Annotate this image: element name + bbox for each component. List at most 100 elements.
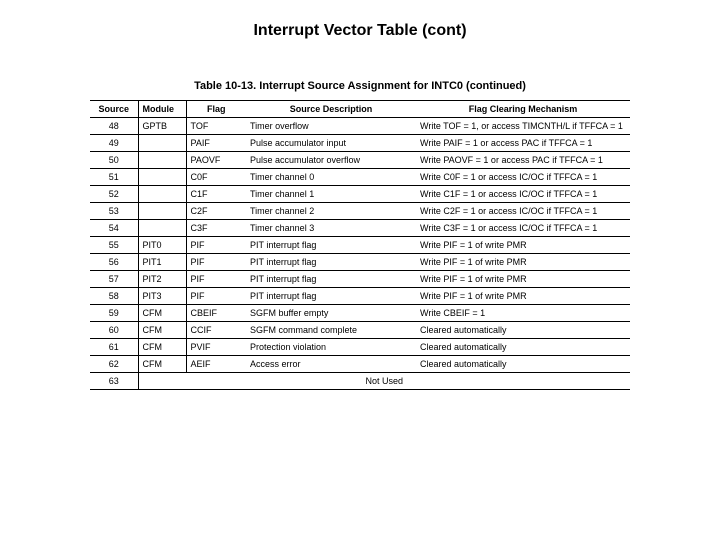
table-row: 48GPTBTOFTimer overflowWrite TOF = 1, or… [90,118,630,135]
cell-source: 60 [90,322,138,339]
col-header-source: Source [90,101,138,118]
cell-description: Pulse accumulator input [246,135,416,152]
cell-description: Timer channel 2 [246,203,416,220]
cell-module: CFM [138,356,186,373]
cell-source: 55 [90,237,138,254]
table-row: 54 C3FTimer channel 3Write C3F = 1 or acc… [90,220,630,237]
table-row: 51 C0FTimer channel 0Write C0F = 1 or acc… [90,169,630,186]
cell-not-used-label: Not Used [138,373,630,390]
table-row: 58PIT3PIFPIT interrupt flagWrite PIF = 1… [90,288,630,305]
cell-module: CFM [138,305,186,322]
cell-flag: PAIF [186,135,246,152]
cell-flag: PIF [186,271,246,288]
cell-module [138,169,186,186]
cell-flag: CCIF [186,322,246,339]
cell-flag: C3F [186,220,246,237]
col-header-flag: Flag [186,101,246,118]
cell-module: CFM [138,322,186,339]
cell-mechanism: Cleared automatically [416,339,630,356]
cell-flag: PIF [186,288,246,305]
cell-source: 61 [90,339,138,356]
cell-flag: C0F [186,169,246,186]
table-row: 61CFMPVIFProtection violationCleared aut… [90,339,630,356]
cell-description: PIT interrupt flag [246,237,416,254]
table-row: 55PIT0PIFPIT interrupt flagWrite PIF = 1… [90,237,630,254]
cell-description: PIT interrupt flag [246,254,416,271]
col-header-mech: Flag Clearing Mechanism [416,101,630,118]
interrupt-vector-table: Table 10-13. Interrupt Source Assignment… [90,80,630,390]
cell-flag: PIF [186,254,246,271]
cell-module [138,203,186,220]
cell-flag: CBEIF [186,305,246,322]
table-header-row: Source Module Flag Source Description Fl… [90,101,630,118]
col-header-desc: Source Description [246,101,416,118]
table-caption: Table 10-13. Interrupt Source Assignment… [90,80,630,92]
cell-description: Pulse accumulator overflow [246,152,416,169]
cell-module: PIT0 [138,237,186,254]
table-row: 62CFMAEIFAccess errorCleared automatical… [90,356,630,373]
cell-mechanism: Write C3F = 1 or access IC/OC if TFFCA =… [416,220,630,237]
table-row: 56PIT1PIFPIT interrupt flagWrite PIF = 1… [90,254,630,271]
cell-description: Timer channel 0 [246,169,416,186]
cell-module [138,186,186,203]
cell-module: PIT3 [138,288,186,305]
cell-flag: C2F [186,203,246,220]
cell-description: SGFM buffer empty [246,305,416,322]
cell-module: PIT1 [138,254,186,271]
cell-flag: TOF [186,118,246,135]
cell-mechanism: Write PAOVF = 1 or access PAC if TFFCA =… [416,152,630,169]
cell-mechanism: Write PIF = 1 of write PMR [416,271,630,288]
cell-mechanism: Write TOF = 1, or access TIMCNTH/L if TF… [416,118,630,135]
cell-flag: C1F [186,186,246,203]
table: Source Module Flag Source Description Fl… [90,100,630,390]
cell-mechanism: Write PIF = 1 of write PMR [416,254,630,271]
cell-mechanism: Write CBEIF = 1 [416,305,630,322]
cell-module [138,220,186,237]
cell-module: PIT2 [138,271,186,288]
cell-source: 62 [90,356,138,373]
cell-mechanism: Write PIF = 1 of write PMR [416,288,630,305]
table-row: 59CFMCBEIFSGFM buffer emptyWrite CBEIF =… [90,305,630,322]
cell-source: 57 [90,271,138,288]
cell-flag: PIF [186,237,246,254]
cell-mechanism: Write PAIF = 1 or access PAC if TFFCA = … [416,135,630,152]
cell-module [138,152,186,169]
cell-mechanism: Write C1F = 1 or access IC/OC if TFFCA =… [416,186,630,203]
table-row: 57PIT2PIFPIT interrupt flagWrite PIF = 1… [90,271,630,288]
cell-mechanism: Write C0F = 1 or access IC/OC if TFFCA =… [416,169,630,186]
cell-description: Timer overflow [246,118,416,135]
cell-source: 54 [90,220,138,237]
table-body: 48GPTBTOFTimer overflowWrite TOF = 1, or… [90,118,630,390]
table-row-not-used: 63Not Used [90,373,630,390]
cell-source: 53 [90,203,138,220]
cell-description: Access error [246,356,416,373]
cell-flag: PAOVF [186,152,246,169]
cell-flag: PVIF [186,339,246,356]
cell-source: 63 [90,373,138,390]
cell-description: Protection violation [246,339,416,356]
page-title: Interrupt Vector Table (cont) [0,22,720,40]
col-header-module: Module [138,101,186,118]
cell-module: CFM [138,339,186,356]
document-page: { "title": "Interrupt Vector Table (cont… [0,0,720,540]
cell-description: SGFM command complete [246,322,416,339]
cell-source: 50 [90,152,138,169]
cell-flag: AEIF [186,356,246,373]
cell-description: PIT interrupt flag [246,271,416,288]
cell-source: 51 [90,169,138,186]
cell-source: 59 [90,305,138,322]
cell-mechanism: Write C2F = 1 or access IC/OC if TFFCA =… [416,203,630,220]
cell-source: 58 [90,288,138,305]
cell-description: Timer channel 3 [246,220,416,237]
cell-mechanism: Write PIF = 1 of write PMR [416,237,630,254]
cell-source: 48 [90,118,138,135]
table-row: 53 C2FTimer channel 2Write C2F = 1 or acc… [90,203,630,220]
cell-description: Timer channel 1 [246,186,416,203]
cell-description: PIT interrupt flag [246,288,416,305]
table-row: 50 PAOVFPulse accumulator overflowWrite P… [90,152,630,169]
cell-mechanism: Cleared automatically [416,356,630,373]
cell-module: GPTB [138,118,186,135]
table-row: 52C1FTimer channel 1Write C1F = 1 or acc… [90,186,630,203]
table-row: 60CFMCCIFSGFM command completeCleared au… [90,322,630,339]
cell-source: 49 [90,135,138,152]
